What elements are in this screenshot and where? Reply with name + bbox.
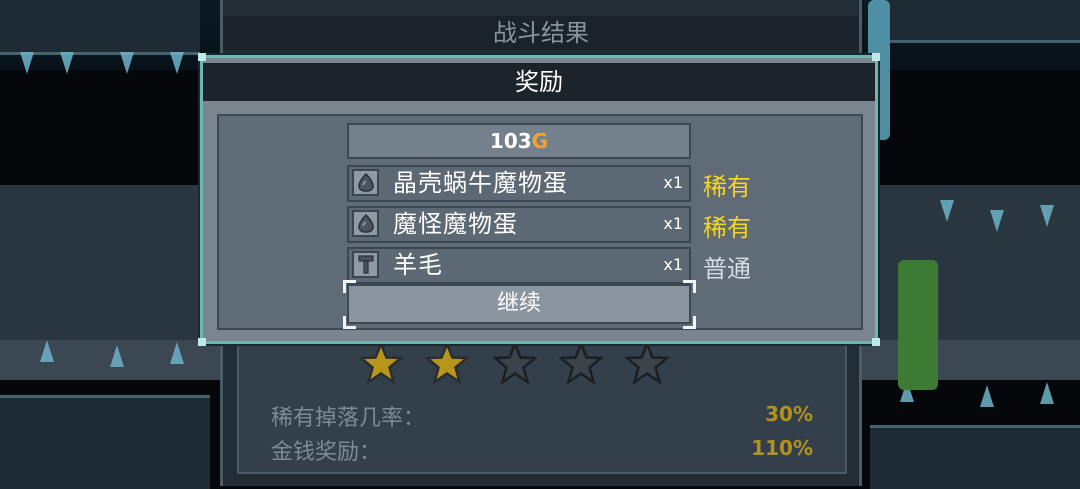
continue-button[interactable]: 继续 (347, 284, 691, 324)
selection-bracket (683, 316, 696, 329)
money-reward-value: 110% (751, 436, 813, 460)
ice-crystal (980, 385, 994, 407)
star-icon (423, 340, 471, 385)
reward-item[interactable]: 晶壳蜗牛魔物蛋 x1 (347, 165, 691, 202)
icicle (1040, 205, 1054, 227)
reward-dialog: 奖励 103G 晶壳蜗牛魔物蛋 x1 稀有 魔怪魔物蛋 x1 稀有 羊毛 x1 … (198, 53, 880, 346)
cave-ceiling-left (0, 0, 200, 55)
cave-floor-left (0, 395, 210, 489)
selection-bracket (343, 316, 356, 329)
dialog-corner (198, 53, 206, 61)
star-empty-icon (623, 340, 671, 385)
rare-drop-chance-label: 稀有掉落几率： (271, 406, 426, 431)
icicle (940, 200, 954, 222)
gold-reward: 103G (347, 123, 691, 159)
reward-item[interactable]: 魔怪魔物蛋 x1 (347, 206, 691, 243)
gold-unit: G (531, 129, 549, 153)
reward-title: 奖励 (203, 63, 875, 101)
ice-crystal (40, 340, 54, 362)
star-icon (357, 340, 405, 385)
icicle (990, 210, 1004, 232)
money-reward-label: 金钱奖励： (271, 440, 382, 465)
cave-floor-right (870, 425, 1080, 489)
battle-results-title: 战斗结果 (223, 16, 859, 50)
item-name: 羊毛 (393, 251, 443, 279)
item-rarity: 稀有 (703, 173, 751, 201)
item-name: 晶壳蜗牛魔物蛋 (393, 169, 568, 197)
item-quantity: x1 (663, 214, 683, 233)
selection-bracket (343, 280, 356, 293)
icicle (120, 52, 134, 74)
dialog-corner (198, 338, 206, 346)
star-empty-icon (491, 340, 539, 385)
icicle (60, 52, 74, 74)
star-empty-icon (557, 340, 605, 385)
item-name: 魔怪魔物蛋 (393, 210, 518, 238)
item-rarity: 普通 (703, 255, 751, 283)
hanging-moss (898, 260, 938, 390)
hammer-icon (352, 251, 379, 278)
egg-icon (352, 210, 379, 237)
reward-body: 103G 晶壳蜗牛魔物蛋 x1 稀有 魔怪魔物蛋 x1 稀有 羊毛 x1 普通 … (217, 114, 863, 330)
icicle (170, 52, 184, 74)
cave-ceiling-right (880, 0, 1080, 43)
dialog-corner (872, 53, 880, 61)
item-quantity: x1 (663, 255, 683, 274)
reward-item[interactable]: 羊毛 x1 (347, 247, 691, 284)
icicle (20, 52, 34, 74)
selection-bracket (683, 280, 696, 293)
egg-icon (352, 169, 379, 196)
gold-amount: 103 (489, 129, 532, 153)
dialog-corner (872, 338, 880, 346)
ice-crystal (1040, 382, 1054, 404)
rare-drop-chance-value: 30% (765, 402, 813, 426)
ice-crystal (170, 342, 184, 364)
item-quantity: x1 (663, 173, 683, 192)
item-rarity: 稀有 (703, 214, 751, 242)
ice-crystal (110, 345, 124, 367)
